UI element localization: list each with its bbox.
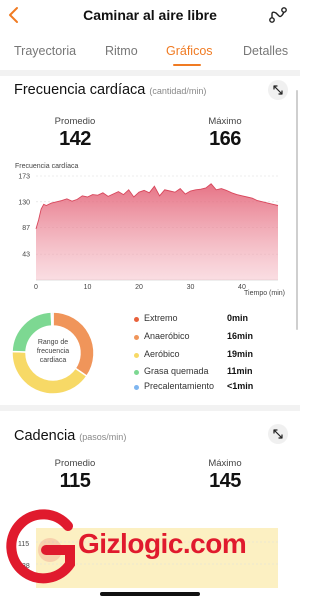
tab-ritmo[interactable]: Ritmo	[105, 44, 138, 58]
zone-row-extremo: Extremo 0min	[134, 313, 294, 327]
zone-row-anaerobico: Anaeróbico 16min	[134, 331, 294, 345]
cadence-unit: (pasos/min)	[79, 432, 127, 442]
zone-row-precalentamiento: Precalentamiento <1min	[134, 381, 294, 395]
watermark-text: Gizlogic.com	[78, 528, 247, 560]
zone-dot	[134, 370, 139, 375]
zone-time: <1min	[227, 381, 254, 391]
donut-center-label-3: cardiaca	[40, 357, 67, 364]
home-indicator	[100, 592, 200, 596]
donut-center-label-1: Rango de	[38, 339, 68, 346]
watermark-brand: Gizlogic	[78, 528, 183, 559]
gizlogic-logo	[6, 509, 75, 584]
y-tick-label: 173	[18, 174, 30, 181]
zone-name: Aeróbico	[144, 349, 180, 359]
watermark-suffix: .com	[182, 528, 247, 559]
zone-row-grasa: Grasa quemada 11min	[134, 366, 294, 380]
zone-dot	[134, 385, 139, 390]
x-axis-label: Tiempo (min)	[244, 290, 285, 297]
zone-name: Grasa quemada	[144, 366, 209, 376]
share-icon[interactable]	[268, 5, 288, 25]
page-title: Caminar al aire libre	[83, 7, 217, 23]
scrollbar[interactable]	[296, 90, 298, 330]
x-tick-label: 20	[135, 284, 143, 291]
heart-rate-chart: Frecuencia cardíaca 4387130173 0 10 20 30 40…	[15, 163, 285, 297]
heart-max-value: 166	[209, 128, 241, 150]
heart-avg-value: 142	[59, 128, 91, 150]
donut-slice-4	[50, 311, 54, 327]
heart-rate-area	[36, 183, 278, 280]
chart-title: Frecuencia cardíaca	[15, 163, 79, 170]
zone-dot	[134, 353, 139, 358]
zone-dot	[134, 335, 139, 340]
heart-avg-label: Promedio	[54, 116, 96, 127]
tab-active-indicator	[173, 64, 201, 66]
zone-name: Extremo	[144, 313, 178, 323]
y-tick-label: 87	[22, 225, 30, 232]
heart-rate-unit: (cantidad/min)	[149, 86, 207, 96]
cadence-max-label: Máximo	[208, 458, 242, 469]
cadence-avg-label: Promedio	[54, 458, 96, 469]
heart-zone-donut: Rango de frecuencia cardiaca	[11, 311, 95, 395]
x-tick-label: 30	[187, 284, 195, 291]
tab-graficos[interactable]: Gráficos	[166, 44, 213, 58]
expand-icon	[273, 85, 283, 95]
zone-dot	[134, 317, 139, 322]
cadence-title-text: Cadencia	[14, 428, 76, 444]
zone-name: Anaeróbico	[144, 331, 190, 341]
zone-time: 19min	[227, 349, 254, 359]
x-axis-ticks: 0 10 20 30 40	[34, 284, 246, 291]
cadence-max-value: 145	[209, 470, 241, 492]
tab-bar: Trayectoria Ritmo Gráficos Detalles	[0, 40, 300, 66]
y-tick-label: 130	[18, 199, 30, 206]
zone-time: 11min	[227, 366, 253, 376]
cadence-expand-button[interactable]	[268, 424, 288, 444]
y-axis-ticks: 43 87 130 173	[18, 174, 30, 259]
y-tick-label: 43	[22, 252, 30, 259]
tab-detalles[interactable]: Detalles	[243, 44, 288, 58]
zone-name: Precalentamiento	[144, 381, 215, 391]
expand-icon	[273, 429, 283, 439]
heart-rate-title-text: Frecuencia cardíaca	[14, 82, 146, 98]
x-tick-label: 0	[34, 284, 38, 291]
section-divider	[0, 405, 300, 411]
heart-rate-title: Frecuencia cardíaca (cantidad/min)	[14, 82, 206, 98]
cadence-title: Cadencia (pasos/min)	[14, 428, 126, 444]
donut-center-label-2: frecuencia	[37, 348, 69, 355]
section-divider	[0, 70, 300, 76]
zone-time: 16min	[227, 331, 254, 341]
cadence-avg-value: 115	[59, 470, 91, 492]
heart-max-label: Máximo	[208, 116, 242, 127]
heart-expand-button[interactable]	[268, 80, 288, 100]
zone-time: 0min	[227, 313, 249, 323]
tab-trayectoria[interactable]: Trayectoria	[14, 44, 76, 58]
x-tick-label: 10	[84, 284, 92, 291]
header-bar: Caminar al aire libre	[0, 0, 300, 30]
zone-row-aerobico: Aeróbico 19min	[134, 349, 294, 363]
